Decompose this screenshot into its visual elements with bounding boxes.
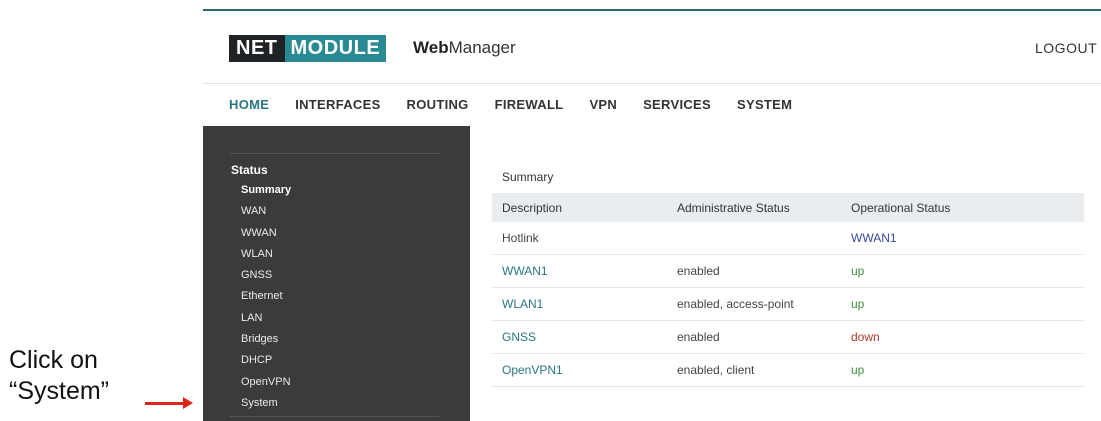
row-description-link[interactable]: WLAN1 bbox=[492, 287, 667, 321]
app-title-rest: Manager bbox=[448, 38, 516, 57]
row-description-link[interactable]: OpenVPN1 bbox=[492, 353, 667, 387]
row-admin-status: enabled bbox=[667, 254, 841, 288]
row-admin-status: enabled, access-point bbox=[667, 287, 841, 321]
sidebar-item-wan[interactable]: WAN bbox=[241, 204, 291, 225]
row-admin-status: enabled bbox=[667, 320, 841, 354]
col-description: Description bbox=[492, 193, 667, 222]
row-operational-status: up bbox=[841, 287, 1084, 321]
nav-firewall[interactable]: FIREWALL bbox=[495, 97, 564, 112]
table-row: OpenVPN1 enabled, client up bbox=[492, 353, 1084, 387]
sidebar-item-lan[interactable]: LAN bbox=[241, 311, 291, 332]
sidebar-item-bridges[interactable]: Bridges bbox=[241, 332, 291, 353]
sidebar-item-ethernet[interactable]: Ethernet bbox=[241, 289, 291, 310]
nav-services[interactable]: SERVICES bbox=[643, 97, 711, 112]
header-divider bbox=[203, 83, 1101, 84]
top-accent-line bbox=[203, 9, 1101, 11]
main-nav: HOME INTERFACES ROUTING FIREWALL VPN SER… bbox=[229, 97, 818, 112]
sidebar-menu: Summary WAN WWAN WLAN GNSS Ethernet LAN … bbox=[241, 183, 291, 417]
sidebar-item-gnss[interactable]: GNSS bbox=[241, 268, 291, 289]
summary-table: Description Administrative Status Operat… bbox=[492, 193, 1084, 387]
logo-net: NET bbox=[229, 35, 285, 62]
instruction-annotation: Click on “System” bbox=[9, 345, 109, 407]
app-title-bold: Web bbox=[413, 38, 449, 57]
sidebar-divider-bottom bbox=[230, 416, 439, 417]
nav-vpn[interactable]: VPN bbox=[589, 97, 617, 112]
section-title: Summary bbox=[502, 170, 554, 184]
netmodule-logo: NET MODULE bbox=[229, 35, 387, 62]
table-header-row: Description Administrative Status Operat… bbox=[492, 193, 1084, 222]
row-description-link[interactable]: GNSS bbox=[492, 320, 667, 354]
row-operational-status: WWAN1 bbox=[841, 222, 1084, 255]
annotation-line-2: “System” bbox=[9, 377, 109, 405]
logo-module: MODULE bbox=[284, 35, 387, 62]
row-operational-status: up bbox=[841, 254, 1084, 288]
table-row: WLAN1 enabled, access-point up bbox=[492, 287, 1084, 321]
table-row: GNSS enabled down bbox=[492, 320, 1084, 354]
logout-link[interactable]: LOGOUT bbox=[1035, 40, 1097, 56]
sidebar-divider-top bbox=[230, 153, 439, 154]
sidebar-item-summary[interactable]: Summary bbox=[241, 183, 291, 204]
col-admin-status: Administrative Status bbox=[667, 193, 841, 222]
nav-system[interactable]: SYSTEM bbox=[737, 97, 792, 112]
row-description-link[interactable]: WWAN1 bbox=[492, 254, 667, 288]
nav-home[interactable]: HOME bbox=[229, 97, 269, 112]
row-operational-status: up bbox=[841, 353, 1084, 387]
row-admin-status: enabled, client bbox=[667, 353, 841, 387]
nav-routing[interactable]: ROUTING bbox=[407, 97, 469, 112]
row-operational-status: down bbox=[841, 320, 1084, 354]
table-row: WWAN1 enabled up bbox=[492, 254, 1084, 288]
sidebar-item-wwan[interactable]: WWAN bbox=[241, 226, 291, 247]
row-description: Hotlink bbox=[492, 222, 667, 255]
sidebar-item-dhcp[interactable]: DHCP bbox=[241, 353, 291, 374]
sidebar-title: Status bbox=[231, 163, 268, 177]
sidebar-item-openvpn[interactable]: OpenVPN bbox=[241, 375, 291, 396]
arrow-right-icon bbox=[145, 397, 193, 409]
sidebar-item-wlan[interactable]: WLAN bbox=[241, 247, 291, 268]
sidebar: Status Summary WAN WWAN WLAN GNSS Ethern… bbox=[203, 126, 470, 421]
table-row: Hotlink WWAN1 bbox=[492, 222, 1084, 255]
annotation-line-1: Click on bbox=[9, 346, 98, 374]
sidebar-item-system[interactable]: System bbox=[241, 396, 291, 417]
app-title: WebManager bbox=[413, 38, 516, 58]
row-admin-status bbox=[667, 222, 841, 255]
col-operational-status: Operational Status bbox=[841, 193, 1084, 222]
nav-interfaces[interactable]: INTERFACES bbox=[295, 97, 380, 112]
